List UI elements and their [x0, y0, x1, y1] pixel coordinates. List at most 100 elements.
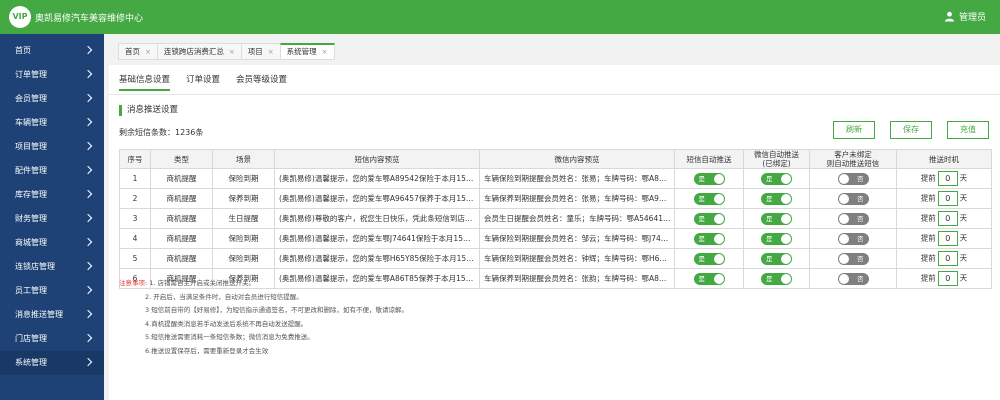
- unbound-sms-toggle[interactable]: 否: [837, 252, 869, 265]
- sidebar-item-chain-stores[interactable]: 连锁店管理: [0, 255, 104, 279]
- sms-auto-toggle[interactable]: 是: [693, 252, 725, 265]
- unbound-sms-toggle[interactable]: 否: [837, 172, 869, 185]
- table-row: 4 商机提醒 保险到期 (奥凯易修)温馨提示，您的爱车鄂J74641保险于本月15日.…: [119, 228, 992, 249]
- sidebar-item-vehicles[interactable]: 车辆管理: [0, 111, 104, 135]
- sidebar-item-orders[interactable]: 订单管理: [0, 63, 104, 87]
- col-sms-auto: 短信自动推送: [674, 149, 744, 169]
- sidebar-item-label: 门店管理: [15, 334, 47, 343]
- wechat-auto-toggle[interactable]: 是: [761, 252, 792, 265]
- days-input[interactable]: 0: [937, 211, 958, 226]
- cell-no: 3: [119, 208, 151, 229]
- subtab-member-levels[interactable]: 会员等级设置: [236, 73, 287, 91]
- sms-auto-toggle[interactable]: 是: [693, 172, 725, 185]
- cell-type: 商机提醒: [150, 188, 213, 209]
- sidebar-item-label: 会员管理: [15, 94, 47, 103]
- wechat-auto-toggle[interactable]: 是: [761, 272, 792, 285]
- cell-unbound-sms: 否: [809, 268, 897, 289]
- sidebar-item-projects[interactable]: 项目管理: [0, 135, 104, 159]
- send-unit: 天: [959, 173, 968, 183]
- chevron-right-icon: [83, 93, 93, 103]
- sidebar-item-label: 项目管理: [15, 142, 47, 151]
- note-line: 3 短信前自带的【好易修】，为短信指示通道签名，不可更改和删除，如有不便，敬请谅…: [145, 306, 408, 314]
- header-line: 微信自动推送: [754, 150, 799, 160]
- cell-sms-auto: 是: [674, 228, 744, 249]
- col-wechat-auto: 微信自动推送 (已绑定): [743, 149, 810, 169]
- sidebar-item-label: 财务管理: [15, 214, 47, 223]
- close-icon[interactable]: ×: [229, 48, 235, 56]
- tab-projects[interactable]: 项目 ×: [240, 43, 280, 60]
- sms-auto-toggle[interactable]: 是: [693, 232, 725, 245]
- cell-wechat-preview: 车辆保险到期提醒会员姓名：钟辉；车牌号码：鄂H65Y85...: [479, 248, 675, 269]
- sms-auto-toggle[interactable]: 是: [693, 192, 725, 205]
- sms-auto-toggle[interactable]: 是: [693, 212, 725, 225]
- recharge-button[interactable]: 充值: [947, 121, 989, 139]
- sidebar-item-inventory[interactable]: 库存管理: [0, 183, 104, 207]
- unbound-sms-toggle[interactable]: 否: [837, 272, 869, 285]
- cell-scene: 保险到期: [212, 168, 275, 189]
- days-input[interactable]: 0: [937, 271, 958, 286]
- cell-send-time: 提前 0 天: [896, 248, 992, 269]
- wechat-auto-toggle[interactable]: 是: [761, 172, 792, 185]
- days-input[interactable]: 0: [937, 251, 958, 266]
- toggle-knob: [838, 213, 849, 224]
- toggle-label: 是: [698, 214, 706, 223]
- table-row: 1 商机提醒 保险到期 (奥凯易修)温馨提示，您的爱车鄂A89542保险于本月15日.…: [119, 168, 992, 189]
- cell-sms-preview: (奥凯易修)尊敬的客户，祝您生日快乐，凭此条短信到店即...: [274, 208, 480, 229]
- save-button[interactable]: 保存: [890, 121, 932, 139]
- close-icon[interactable]: ×: [322, 48, 328, 56]
- sidebar-item-label: 车辆管理: [15, 118, 47, 127]
- subtab-basic-info[interactable]: 基础信息设置: [119, 73, 171, 91]
- subtab-order-settings[interactable]: 订单设置: [186, 73, 220, 91]
- tab-system[interactable]: 系统管理 ×: [279, 43, 335, 60]
- table-header: 序号 类型 场景 短信内容预览 微信内容预览 短信自动推送 微信自动推送 (已绑定…: [119, 149, 992, 169]
- days-input[interactable]: 0: [937, 171, 958, 186]
- sms-auto-toggle[interactable]: 是: [693, 272, 725, 285]
- sidebar-item-finance[interactable]: 财务管理: [0, 207, 104, 231]
- brand-title: 奥凯易修汽车美容维修中心: [35, 14, 144, 24]
- chevron-right-icon: [83, 141, 93, 151]
- tab-chain-consumption[interactable]: 连锁跨店消费汇总 ×: [156, 43, 241, 60]
- sidebar-item-label: 员工管理: [15, 286, 47, 295]
- user-menu[interactable]: 管理员: [944, 10, 986, 23]
- unbound-sms-toggle[interactable]: 否: [837, 212, 869, 225]
- sidebar-item-stores[interactable]: 门店管理: [0, 327, 104, 351]
- days-input[interactable]: 0: [937, 191, 958, 206]
- vip-logo: VIP: [9, 6, 31, 28]
- send-unit: 天: [959, 193, 968, 203]
- sidebar-item-staff[interactable]: 员工管理: [0, 279, 104, 303]
- tab-home[interactable]: 首页 ×: [118, 43, 157, 60]
- cell-wechat-auto: 是: [743, 268, 810, 289]
- notes-label: 注意事项:: [119, 279, 148, 287]
- wechat-auto-toggle[interactable]: 是: [761, 232, 792, 245]
- send-prefix: 提前: [920, 273, 936, 283]
- toggle-knob: [713, 173, 724, 184]
- unbound-sms-toggle[interactable]: 否: [837, 192, 869, 205]
- cell-wechat-preview: 车辆保养到期提醒会员姓名：张易；车牌号码：鄂A96457；...: [479, 188, 675, 209]
- header-line: 客户未绑定: [834, 150, 872, 160]
- wechat-auto-toggle[interactable]: 是: [761, 212, 792, 225]
- days-input[interactable]: 0: [937, 231, 958, 246]
- toggle-label: 是: [698, 254, 706, 263]
- toggle-label: 是: [698, 174, 706, 183]
- cell-send-time: 提前 0 天: [896, 268, 992, 289]
- cell-scene: 保险到期: [212, 248, 275, 269]
- sidebar-item-parts[interactable]: 配件管理: [0, 159, 104, 183]
- chevron-right-icon: [83, 237, 93, 247]
- refresh-button[interactable]: 刷新: [833, 121, 875, 139]
- toggle-knob: [838, 253, 849, 264]
- sidebar-item-members[interactable]: 会员管理: [0, 87, 104, 111]
- sidebar-item-mall[interactable]: 商城管理: [0, 231, 104, 255]
- cell-send-time: 提前 0 天: [896, 208, 992, 229]
- top-bar: VIP 奥凯易修汽车美容维修中心 管理员: [0, 0, 1000, 34]
- user-name: 管理员: [958, 13, 986, 23]
- unbound-sms-toggle[interactable]: 否: [837, 232, 869, 245]
- cell-no: 1: [119, 168, 151, 189]
- sidebar-item-system[interactable]: 系统管理: [0, 351, 104, 375]
- close-icon[interactable]: ×: [268, 48, 274, 56]
- wechat-auto-toggle[interactable]: 是: [761, 192, 792, 205]
- close-icon[interactable]: ×: [145, 48, 151, 56]
- toggle-label: 否: [857, 254, 864, 263]
- cell-type: 商机提醒: [150, 228, 213, 249]
- sidebar-item-push-messages[interactable]: 消息推送管理: [0, 303, 104, 327]
- sidebar-item-home[interactable]: 首页: [0, 39, 104, 63]
